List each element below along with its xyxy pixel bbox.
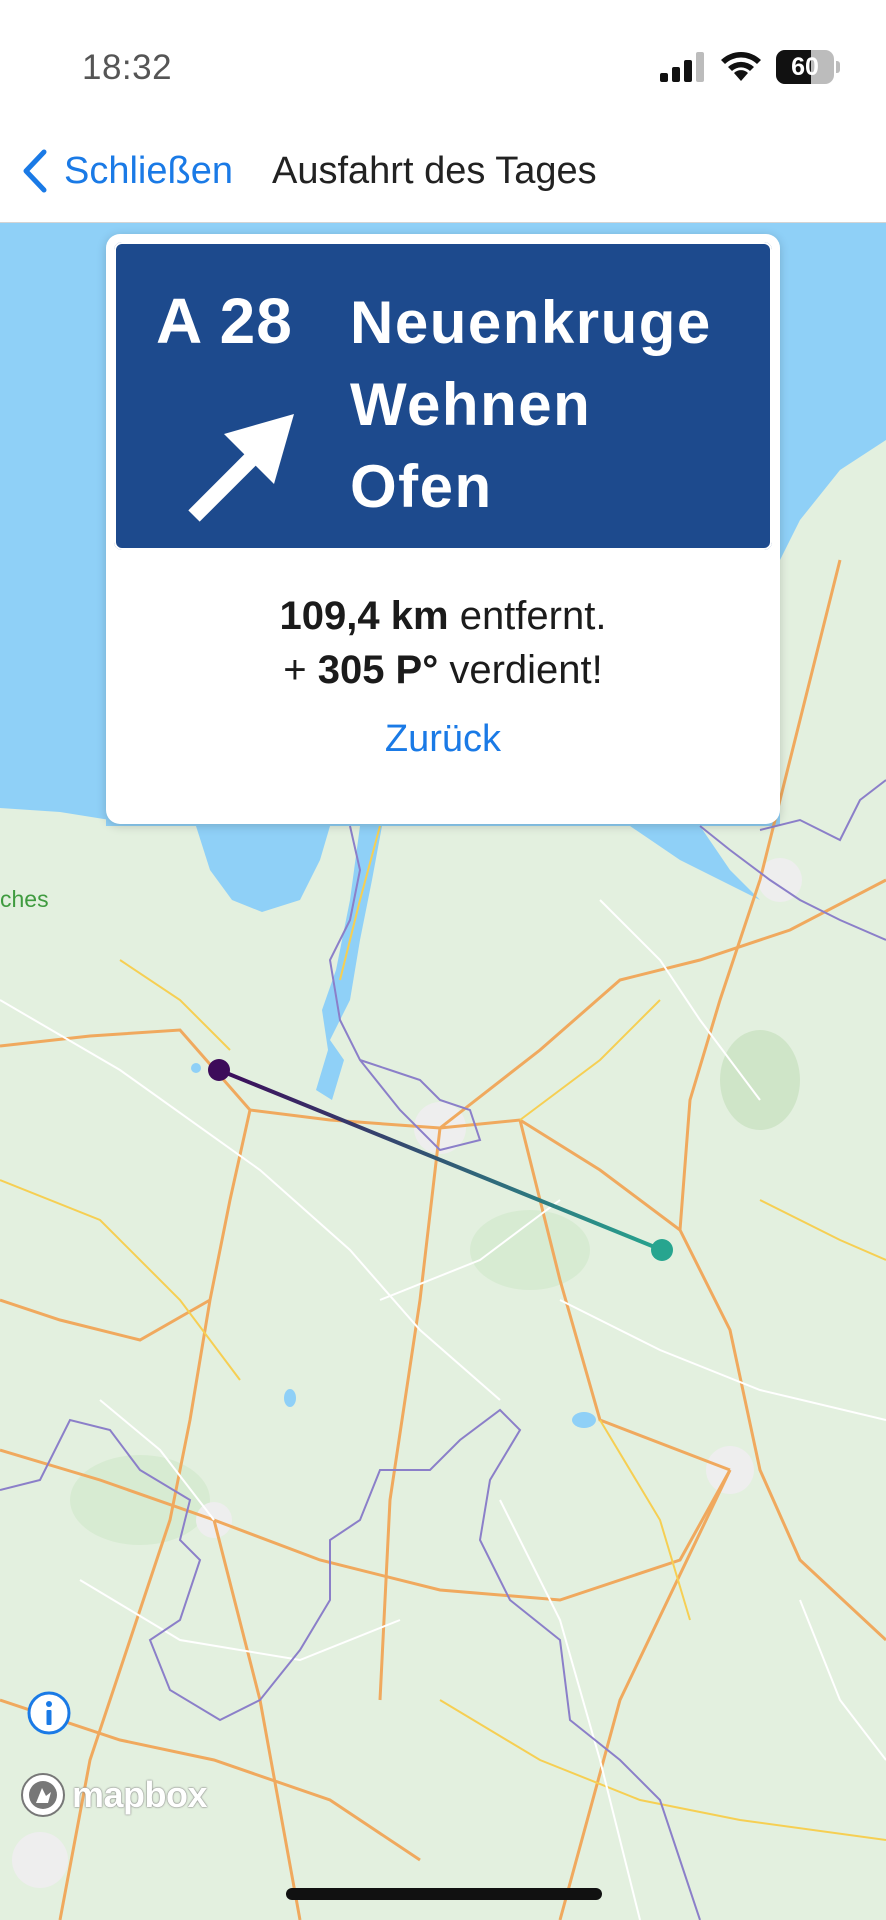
destination-name: Neuenkruge bbox=[350, 289, 712, 356]
mapbox-logo[interactable]: mapbox bbox=[18, 1770, 208, 1820]
exit-card: A 28 Neuenkruge Wehnen Ofen 109,4 km ent… bbox=[106, 234, 780, 824]
wifi-icon bbox=[721, 52, 761, 81]
screen: 18:32 60 Schließen Ausfahrt des Tages ch… bbox=[0, 0, 886, 1920]
points-text: + 305 P° verdient! bbox=[106, 648, 780, 693]
page-title: Ausfahrt des Tages bbox=[272, 150, 597, 192]
destination-name: Ofen bbox=[350, 453, 493, 520]
mapbox-logo-text: mapbox bbox=[72, 1774, 208, 1815]
mapbox-logo-icon bbox=[21, 1773, 65, 1817]
distance-text: 109,4 km entfernt. bbox=[106, 594, 780, 639]
destination-name: Wehnen bbox=[350, 371, 592, 438]
signal-icon bbox=[660, 52, 704, 82]
close-button[interactable]: Schließen bbox=[18, 146, 233, 196]
status-icons: 60 bbox=[660, 50, 840, 84]
points-value: 305 P° bbox=[317, 648, 439, 692]
arrow-up-right-icon bbox=[188, 414, 294, 522]
exit-sign: A 28 Neuenkruge Wehnen Ofen bbox=[114, 242, 772, 550]
chevron-left-icon bbox=[23, 149, 47, 193]
status-bar: 18:32 60 bbox=[0, 0, 886, 120]
status-time: 18:32 bbox=[82, 48, 173, 87]
battery-icon: 60 bbox=[776, 50, 840, 84]
distance-value: 109,4 km bbox=[279, 594, 449, 638]
route-start-marker bbox=[208, 1059, 230, 1081]
points-suffix: verdient! bbox=[438, 648, 603, 692]
home-indicator bbox=[286, 1888, 602, 1900]
destination-list: Neuenkruge Wehnen Ofen bbox=[350, 282, 712, 528]
route-end-marker bbox=[651, 1239, 673, 1261]
info-icon[interactable] bbox=[26, 1690, 72, 1736]
navigation-bar: Schließen Ausfahrt des Tages bbox=[0, 120, 886, 223]
road-number: A 28 bbox=[156, 285, 293, 357]
back-button[interactable]: Zurück bbox=[106, 718, 780, 761]
battery-percentage: 60 bbox=[791, 53, 819, 81]
map-place-label: ches bbox=[0, 886, 49, 912]
points-prefix: + bbox=[283, 648, 318, 692]
close-button-label: Schließen bbox=[64, 149, 233, 192]
distance-suffix: entfernt. bbox=[448, 594, 607, 638]
